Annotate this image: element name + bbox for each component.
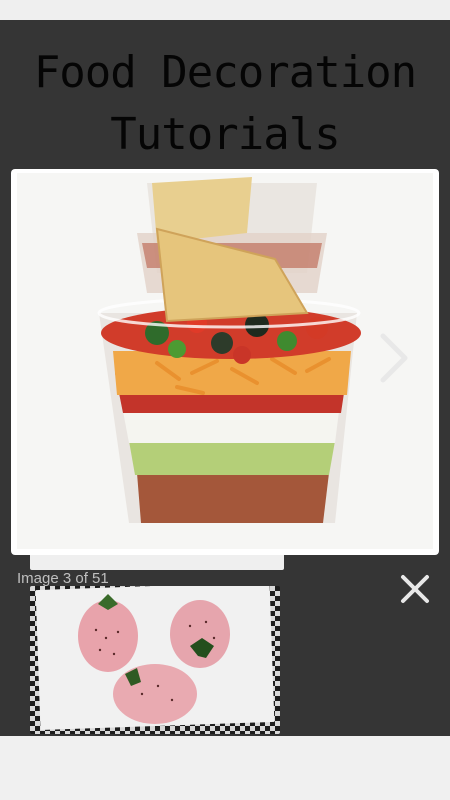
- image-counter: Image 3 of 51: [17, 570, 109, 587]
- chevron-right-icon[interactable]: [375, 330, 415, 386]
- app-title: Food Decoration Tutorials: [33, 47, 417, 160]
- close-icon[interactable]: [398, 572, 432, 606]
- food-photo[interactable]: [17, 173, 433, 549]
- grid-thumbnail[interactable]: [30, 586, 280, 734]
- status-bar: [0, 0, 450, 20]
- bottom-bar: [0, 736, 450, 800]
